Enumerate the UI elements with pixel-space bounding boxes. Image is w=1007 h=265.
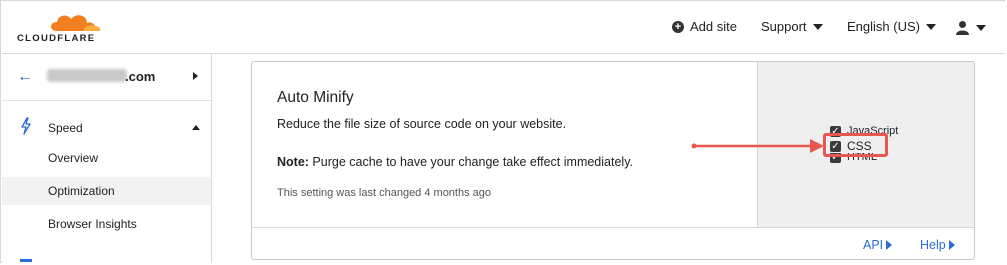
sidebar: ← .com Speed Overview Optimization Brows… bbox=[2, 54, 212, 263]
user-icon bbox=[956, 21, 969, 35]
chevron-right-icon bbox=[193, 72, 198, 80]
main-content: Auto Minify Reduce the file size of sour… bbox=[212, 54, 1005, 263]
card-title: Auto Minify bbox=[277, 89, 354, 106]
sidebar-item-label: Overview bbox=[48, 151, 99, 165]
back-arrow-icon[interactable]: ← bbox=[17, 68, 33, 86]
auto-minify-card: Auto Minify Reduce the file size of sour… bbox=[251, 61, 975, 260]
chevron-up-icon bbox=[192, 125, 200, 130]
note-label: Note: bbox=[277, 155, 309, 169]
css-highlight-box bbox=[823, 133, 888, 157]
sidebar-section-label: Speed bbox=[48, 121, 83, 135]
site-domain-suffix: .com bbox=[125, 69, 156, 84]
api-link-label: API bbox=[863, 238, 884, 252]
sidebar-item-overview[interactable]: Overview bbox=[2, 144, 211, 172]
next-section-icon bbox=[20, 259, 32, 262]
add-site-button[interactable]: + Add site bbox=[672, 19, 737, 34]
support-dropdown[interactable]: Support bbox=[761, 19, 823, 34]
sidebar-item-browser-insights[interactable]: Browser Insights bbox=[2, 210, 211, 238]
sidebar-item-optimization[interactable]: Optimization bbox=[2, 177, 211, 205]
language-dropdown[interactable]: English (US) bbox=[847, 19, 936, 34]
top-navigation-bar: CLOUDFLARE + Add site Support English (U… bbox=[2, 2, 1005, 54]
sidebar-item-label: Optimization bbox=[48, 184, 115, 198]
api-link[interactable]: API bbox=[863, 238, 893, 252]
card-note: Note: Purge cache to have your change ta… bbox=[277, 155, 633, 169]
user-menu[interactable] bbox=[955, 20, 986, 35]
sidebar-section-speed[interactable]: Speed bbox=[2, 114, 211, 140]
chevron-right-icon bbox=[948, 240, 955, 250]
last-changed-text: This setting was last changed 4 months a… bbox=[277, 187, 492, 199]
card-description: Reduce the file size of source code on y… bbox=[277, 117, 567, 131]
chevron-down-icon bbox=[925, 23, 936, 30]
chevron-down-icon bbox=[976, 24, 986, 31]
blurred-domain bbox=[47, 69, 127, 82]
app-window: CLOUDFLARE + Add site Support English (U… bbox=[0, 0, 1005, 263]
logo-text: CLOUDFLARE bbox=[17, 33, 96, 44]
cloudflare-logo[interactable]: CLOUDFLARE bbox=[17, 11, 107, 44]
language-label: English (US) bbox=[847, 19, 920, 34]
add-site-label: Add site bbox=[690, 19, 737, 34]
chevron-down-icon bbox=[812, 23, 823, 30]
help-link[interactable]: Help bbox=[920, 238, 955, 252]
support-label: Support bbox=[761, 19, 807, 34]
help-link-label: Help bbox=[920, 238, 946, 252]
cloud-icon bbox=[51, 15, 101, 31]
card-footer: API Help bbox=[252, 227, 974, 259]
sidebar-item-label: Browser Insights bbox=[48, 217, 137, 231]
card-description-area: Auto Minify Reduce the file size of sour… bbox=[252, 62, 757, 227]
chevron-right-icon bbox=[886, 240, 893, 250]
plus-circle-icon: + bbox=[672, 20, 684, 33]
annotation-arrow-icon bbox=[691, 139, 824, 153]
lightning-bolt-icon bbox=[21, 117, 31, 135]
note-text: Purge cache to have your change take eff… bbox=[308, 155, 633, 169]
site-selector[interactable]: ← .com bbox=[2, 54, 211, 101]
